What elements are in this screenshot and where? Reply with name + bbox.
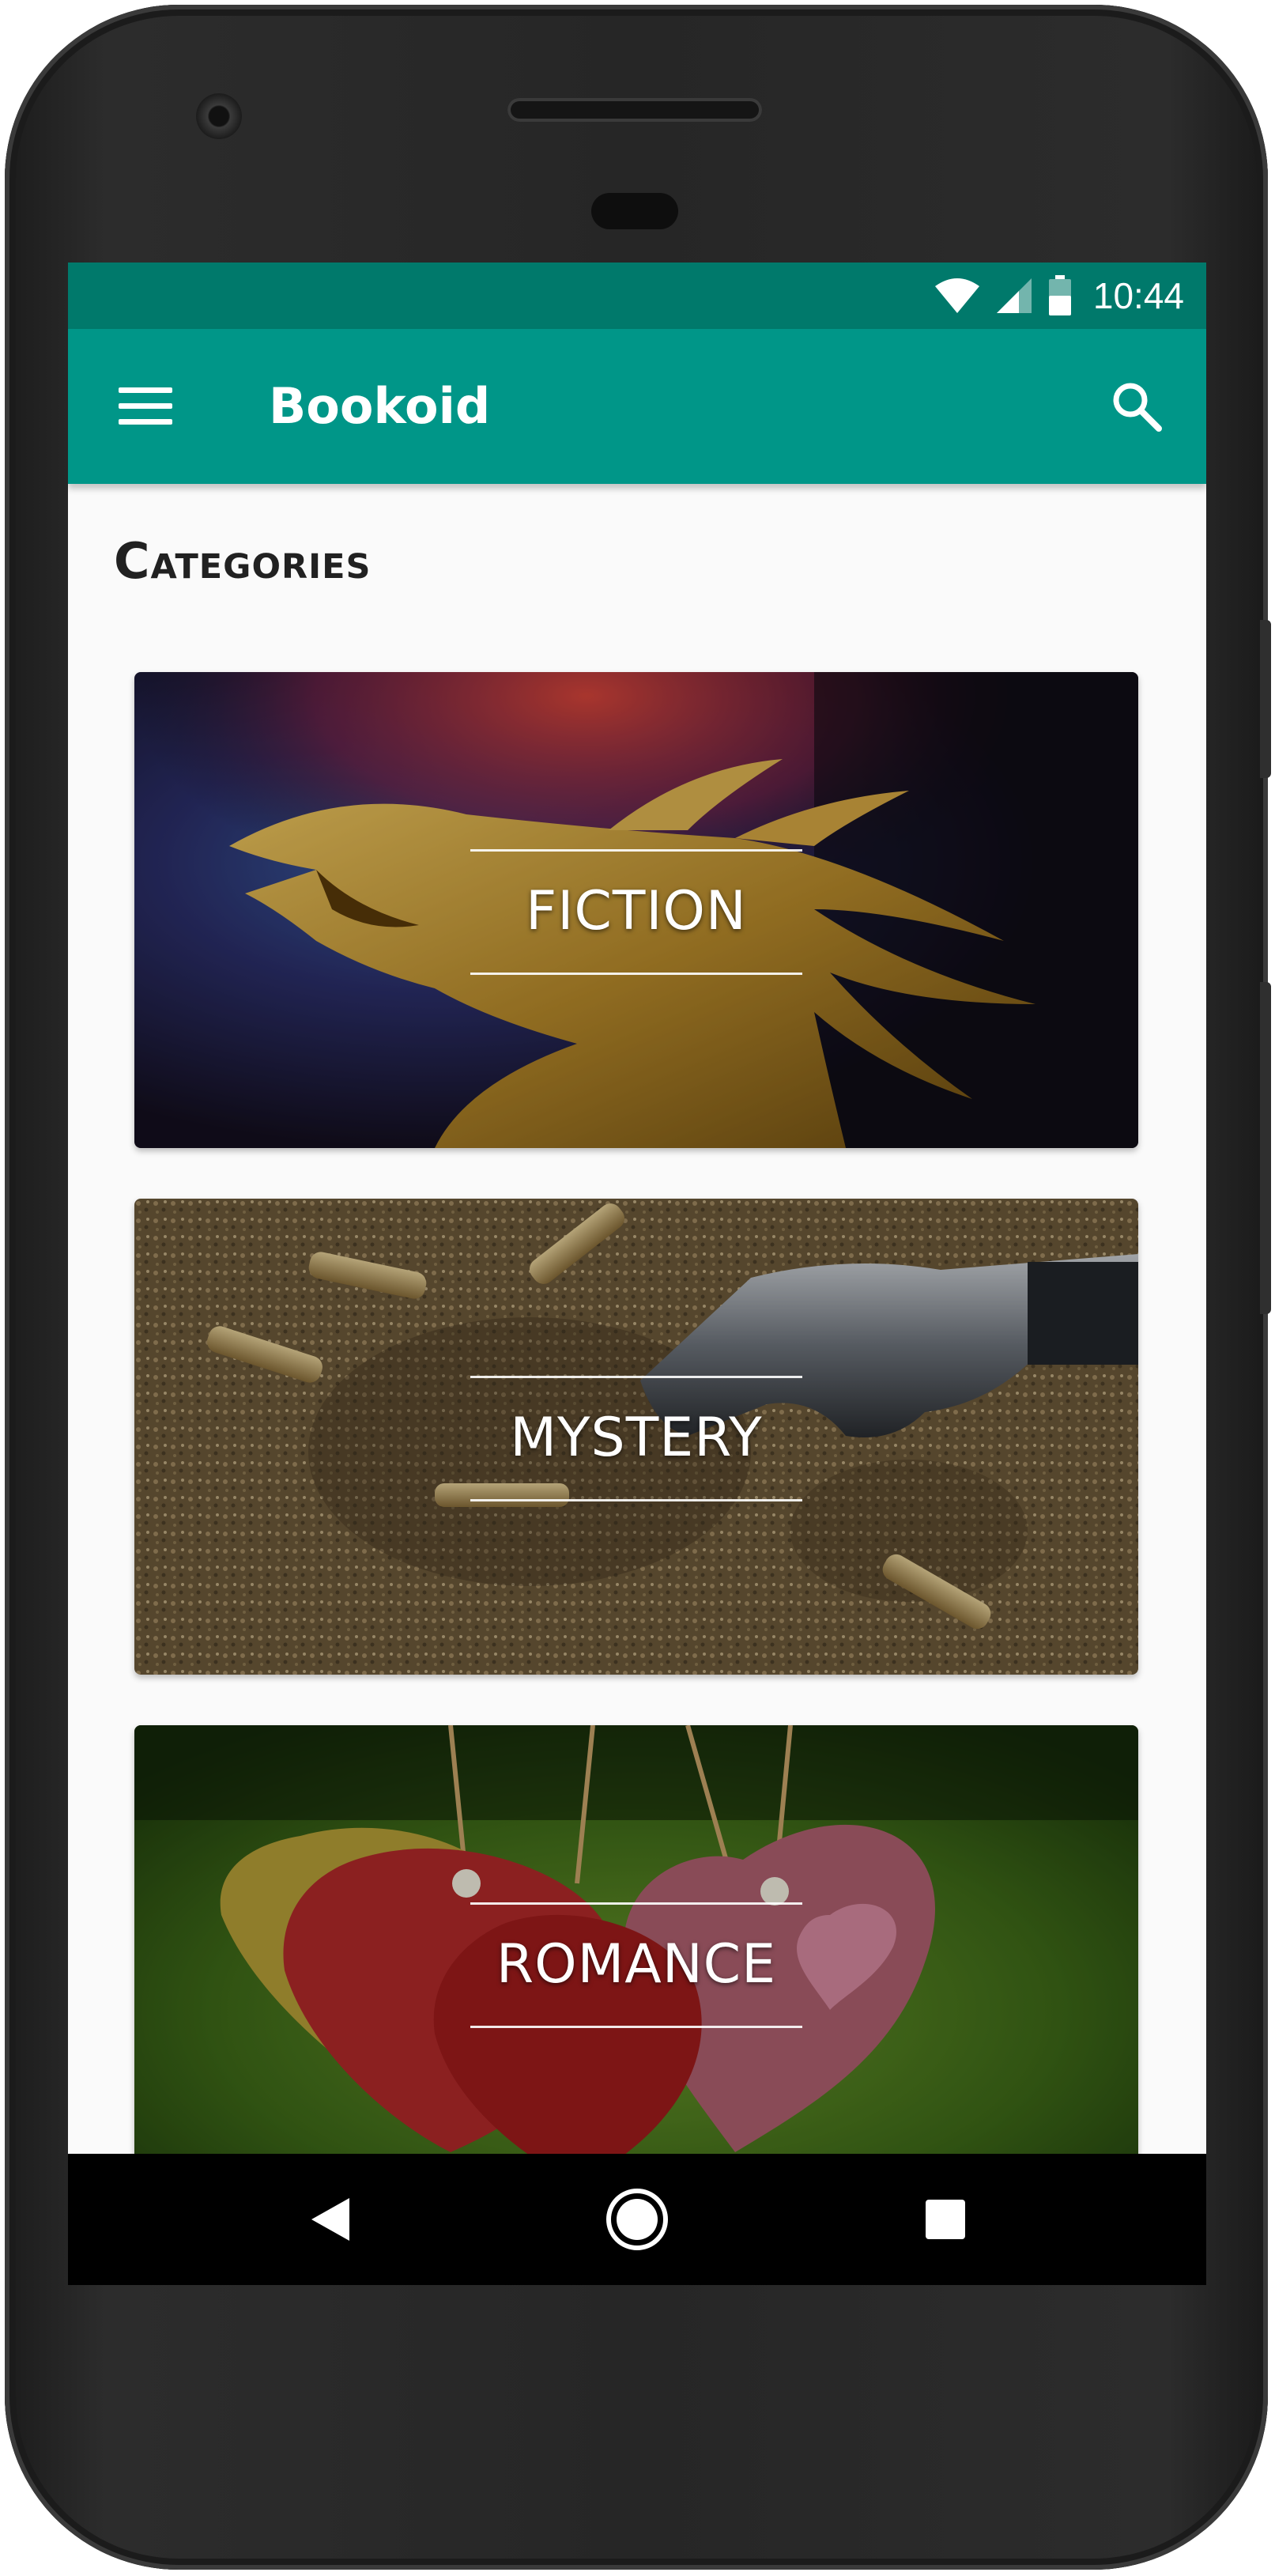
menu-icon[interactable]: [119, 387, 172, 425]
recents-icon[interactable]: [911, 2185, 979, 2253]
category-label-romance: ROMANCE: [496, 1933, 777, 1996]
card-divider-bottom: [470, 2026, 802, 2028]
card-divider-top: [470, 1376, 802, 1378]
status-bar: 10:44: [68, 263, 1206, 329]
power-button[interactable]: [1260, 620, 1271, 778]
app-title: Bookoid: [269, 377, 491, 435]
card-divider-bottom: [470, 973, 802, 975]
home-icon[interactable]: [603, 2185, 671, 2253]
proximity-sensor: [591, 193, 678, 229]
category-label-mystery: MYSTERY: [510, 1407, 763, 1469]
category-card-romance[interactable]: ROMANCE: [134, 1725, 1138, 2201]
status-icons: 10:44: [934, 270, 1184, 321]
category-card-mystery[interactable]: MYSTERY: [134, 1199, 1138, 1675]
signal-icon: [996, 278, 1032, 313]
category-list: Categories FICTION MYSTERY ROMANCE: [68, 484, 1206, 2285]
earpiece-speaker: [507, 98, 762, 122]
card-divider-top: [470, 1902, 802, 1905]
back-icon[interactable]: [296, 2185, 364, 2253]
screen: 10:44 Bookoid Categories FICTION MYSTERY…: [68, 263, 1206, 2285]
status-time: 10:44: [1092, 275, 1184, 316]
card-divider-top: [470, 849, 802, 852]
card-divider-bottom: [470, 1499, 802, 1501]
section-title: Categories: [114, 532, 372, 590]
battery-icon: [1048, 275, 1071, 315]
navigation-bar: [68, 2154, 1206, 2285]
front-camera: [196, 93, 242, 139]
wifi-icon: [934, 278, 979, 313]
volume-button[interactable]: [1260, 982, 1271, 1314]
phone-frame: 10:44 Bookoid Categories FICTION MYSTERY…: [5, 5, 1271, 2570]
search-icon[interactable]: [1108, 378, 1165, 435]
app-bar: Bookoid: [68, 329, 1206, 484]
category-card-fiction[interactable]: FICTION: [134, 672, 1138, 1148]
category-label-fiction: FICTION: [526, 880, 747, 942]
